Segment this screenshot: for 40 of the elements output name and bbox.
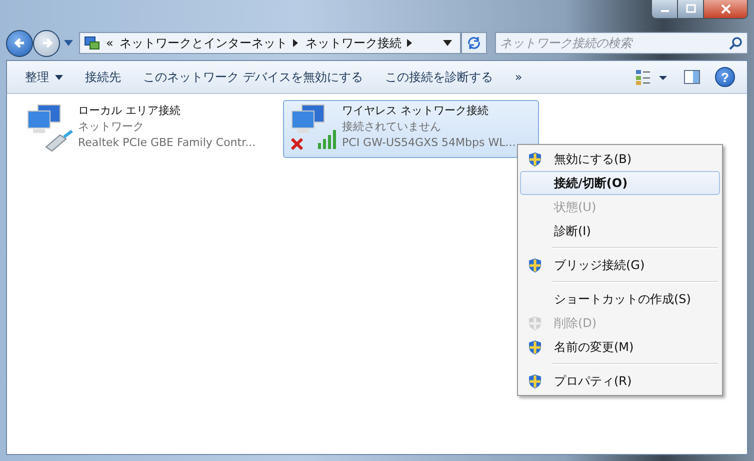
menu-item[interactable]: ブリッジ接続(G) bbox=[520, 253, 720, 277]
maximize-button[interactable] bbox=[678, 0, 704, 18]
network-folder-icon bbox=[84, 35, 100, 51]
adapter-name: Realtek PCIe GBE Family Contr... bbox=[78, 135, 256, 151]
close-button[interactable] bbox=[704, 0, 747, 18]
connection-status: 接続されていません bbox=[342, 119, 442, 135]
search-icon[interactable] bbox=[729, 36, 743, 50]
dropdown-icon[interactable] bbox=[443, 40, 452, 46]
connection-status: ネットワーク bbox=[78, 119, 145, 135]
toolbar-button[interactable]: 整理 bbox=[15, 64, 73, 90]
menu-item[interactable]: 接続/切断(O) bbox=[520, 171, 720, 195]
chevron-icon[interactable] bbox=[293, 39, 300, 47]
history-dropdown-icon[interactable] bbox=[64, 40, 73, 46]
maximize-icon bbox=[684, 4, 696, 14]
connection-item[interactable]: ワイヤレス ネットワーク接続 接続されていません PCI GW-US54GXS 54Mbps WL... bbox=[283, 100, 539, 158]
forward-button[interactable] bbox=[33, 30, 60, 56]
connection-item[interactable]: ローカル エリア接続 ネットワーク Realtek PCIe GBE Family Contr... bbox=[19, 100, 275, 158]
minimize-button[interactable] bbox=[652, 0, 678, 18]
refresh-button[interactable] bbox=[461, 32, 487, 54]
toolbar-button[interactable]: このネットワーク デバイスを無効にする bbox=[133, 64, 373, 90]
menu-item[interactable]: 診断(I) bbox=[520, 219, 720, 243]
more-button[interactable]: » bbox=[504, 66, 532, 88]
connection-name: ローカル エリア接続 bbox=[78, 103, 182, 119]
toolbar-button[interactable]: 接続先 bbox=[75, 64, 131, 90]
search-field[interactable]: ネットワーク接続の検索 bbox=[495, 32, 748, 54]
breadcrumb[interactable]: ネットワークとインターネット bbox=[119, 34, 288, 52]
close-icon bbox=[720, 4, 732, 14]
pane-icon bbox=[683, 68, 701, 86]
chevron-icon[interactable] bbox=[407, 39, 414, 47]
menu-item[interactable]: 名前の変更(M) bbox=[520, 335, 720, 359]
back-button[interactable] bbox=[6, 30, 33, 56]
overflow-marker[interactable]: « bbox=[106, 36, 114, 50]
menu-item[interactable]: ショートカットの作成(S) bbox=[520, 287, 720, 311]
adapter-name: PCI GW-US54GXS 54Mbps WL... bbox=[342, 135, 516, 151]
connection-name: ワイヤレス ネットワーク接続 bbox=[342, 103, 490, 119]
breadcrumb[interactable]: ネットワーク接続 bbox=[305, 34, 402, 52]
address-bar[interactable]: « ネットワークとインターネット ネットワーク接続 bbox=[79, 32, 461, 54]
menu-item[interactable]: プロパティ(R) bbox=[520, 369, 720, 393]
refresh-icon bbox=[466, 35, 482, 51]
toolbar-button[interactable]: この接続を診断する bbox=[374, 64, 503, 90]
